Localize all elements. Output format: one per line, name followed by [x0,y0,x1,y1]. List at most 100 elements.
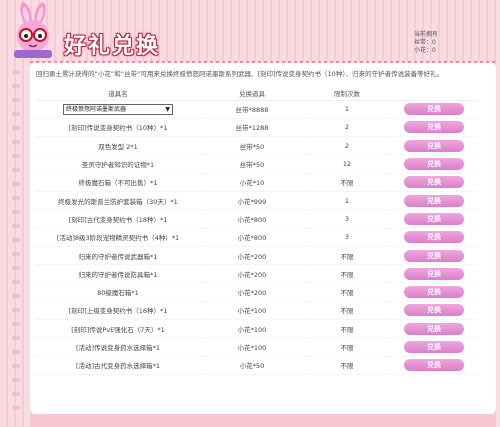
limit-cell: 1 [304,191,390,211]
action-cell: 兑换 [390,301,478,321]
exchange-button[interactable]: 兑换 [404,249,464,262]
dropdown-arrow-icon: ▼ [165,105,170,113]
exchange-button[interactable]: 兑换 [404,231,464,244]
action-cell: 兑换 [390,191,478,211]
action-cell: 兑换 [390,154,478,174]
header-item: 道具名 [36,86,200,101]
table-header-row: 道具名 兑换道具 限制次数 [36,86,478,101]
table-row: [刻印]传说变身契约书（10种）*1 丝带*1288 2 兑换 [36,118,478,138]
limit-cell: 3 [304,209,390,229]
item-cell: [活动]古代变身药水选择箱*1 [36,356,200,375]
cost-cell: 小花*10 [200,173,304,192]
select-value: 终极愤怒阿诺墨斯武器 [66,105,127,113]
bunny-mascot-icon [14,2,52,58]
item-cell: [刻印]传说变身契约书（10种）*1 [36,118,200,138]
cost-cell: 小花*200 [200,246,304,266]
limit-cell: 2 [304,136,390,156]
table-row: 双色发型 2*1 丝带*50 2 兑换 [36,136,478,156]
holdings-info: 当前拥有 丝带：0 小花：0 [414,31,438,55]
item-cell: [刻印]上级变身契约书（16种）*1 [36,301,200,321]
limit-cell: 2 [304,118,390,138]
exchange-button[interactable]: 兑换 [404,267,464,280]
item-cell: [刻印]传说PvE强化石（7天）*1 [36,319,200,339]
cost-cell: 小花*200 [200,264,304,284]
exchange-button[interactable]: 兑换 [404,139,464,152]
exchange-table: 道具名 兑换道具 限制次数 终极愤怒阿诺墨斯武器 ▼ 丝带*8888 1 兑换 [刻印]传… [36,86,478,375]
holdings-label: 当前拥有 [414,31,439,38]
exchange-button[interactable]: 兑换 [404,194,464,207]
item-cell: [活动]传说变身药水选择箱*1 [36,337,200,357]
item-cell: 归来的守护者传说防具箱*1 [36,264,200,284]
exchange-button[interactable]: 兑换 [404,158,464,171]
cost-cell: 小花*50 [200,356,304,375]
table-row: [活动]古代变身药水选择箱*1 小花*50 不限 兑换 [36,356,478,375]
item-cell: 终极魔石箱（不可出售）*1 [36,173,200,192]
exchange-button[interactable]: 兑换 [404,304,464,317]
table-row: [活动]传说变身药水选择箱*1 小花*100 不限 兑换 [36,337,478,357]
limit-cell: 不限 [304,173,390,192]
cost-cell: 丝带*50 [200,154,304,174]
cost-cell: 小花*800 [200,228,304,247]
limit-cell: 不限 [304,282,390,302]
action-cell: 兑换 [390,100,478,119]
cost-cell: 小花*100 [200,337,304,357]
limit-cell: 不限 [304,264,390,284]
action-cell: 兑换 [390,228,478,247]
item-cell: 终极发光的斯普兰防护套装箱（30天）*1 [36,191,200,211]
cost-cell: 小花*200 [200,282,304,302]
exchange-button[interactable]: 兑换 [404,341,464,353]
exchange-button[interactable]: 兑换 [404,322,464,335]
action-cell: 兑换 [390,136,478,156]
item-cell: 双色发型 2*1 [36,136,200,156]
action-cell: 兑换 [390,173,478,192]
table-row: [活动]8级3阶段宠物精灵契约书（4种）*1 小花*800 3 兑换 [36,228,478,247]
cost-cell: 小花*999 [200,191,304,211]
table-row: 终极愤怒阿诺墨斯武器 ▼ 丝带*8888 1 兑换 [36,100,478,119]
exchange-button[interactable]: 兑换 [404,121,464,134]
header-action [390,86,478,101]
limit-cell: 不限 [304,319,390,339]
action-cell: 兑换 [390,282,478,302]
action-cell: 兑换 [390,209,478,229]
header-limit: 限制次数 [304,86,390,101]
limit-cell: 不限 [304,301,390,321]
action-cell: 兑换 [390,319,478,339]
action-cell: 兑换 [390,118,478,138]
table-row: 归来的守护者传说防具箱*1 小花*200 不限 兑换 [36,264,478,284]
item-cell: 圣灵守护者知识的证物*1 [36,154,200,174]
exchange-button[interactable]: 兑换 [404,212,464,225]
action-cell: 兑换 [390,246,478,266]
limit-cell: 不限 [304,246,390,266]
exchange-button[interactable]: 兑换 [404,286,464,299]
action-cell: 兑换 [390,337,478,357]
silk-count: 丝带：0 [414,39,436,46]
cost-cell: 丝带*50 [200,136,304,156]
exchange-button[interactable]: 兑换 [404,359,464,372]
limit-cell: 不限 [304,337,390,357]
intro-text: 回归勇士累计获得的“小花”和“丝带”可用来兑换终极愤怒阿诺墨斯系列武器、[刻印]… [36,70,444,78]
cost-cell: 小花*100 [200,301,304,321]
page-title: 好礼兑换 [64,34,161,59]
header-cost: 兑换道具 [200,86,304,101]
limit-cell: 不限 [304,356,390,375]
item-cell: 归来的守护者传说武器箱*1 [36,246,200,266]
limit-cell: 1 [304,100,390,119]
cost-cell: 丝带*1288 [200,118,304,138]
limit-cell: 12 [304,154,390,174]
panel-border [30,61,496,63]
exchange-button[interactable]: 兑换 [404,176,464,189]
item-cell: 80级魔石箱*1 [36,282,200,302]
binder-holes [12,70,20,410]
weapon-select[interactable]: 终极愤怒阿诺墨斯武器 ▼ [63,103,173,115]
cost-cell: 小花*100 [200,319,304,339]
exchange-button[interactable]: 兑换 [404,103,464,116]
table-row: 终极魔石箱（不可出售）*1 小花*10 不限 兑换 [36,173,478,192]
item-cell: 终极愤怒阿诺墨斯武器 ▼ [36,100,200,119]
table-row: [刻印]古代变身契约书（18种）*1 小花*800 3 兑换 [36,209,478,229]
page-header: 好礼兑换 当前拥有 丝带：0 小花：0 [0,0,500,62]
table-row: [刻印]传说PvE强化石（7天）*1 小花*100 不限 兑换 [36,319,478,339]
table-row: 80级魔石箱*1 小花*200 不限 兑换 [36,282,478,302]
action-cell: 兑换 [390,264,478,284]
cost-cell: 小花*800 [200,209,304,229]
flower-count: 小花：0 [414,47,436,54]
